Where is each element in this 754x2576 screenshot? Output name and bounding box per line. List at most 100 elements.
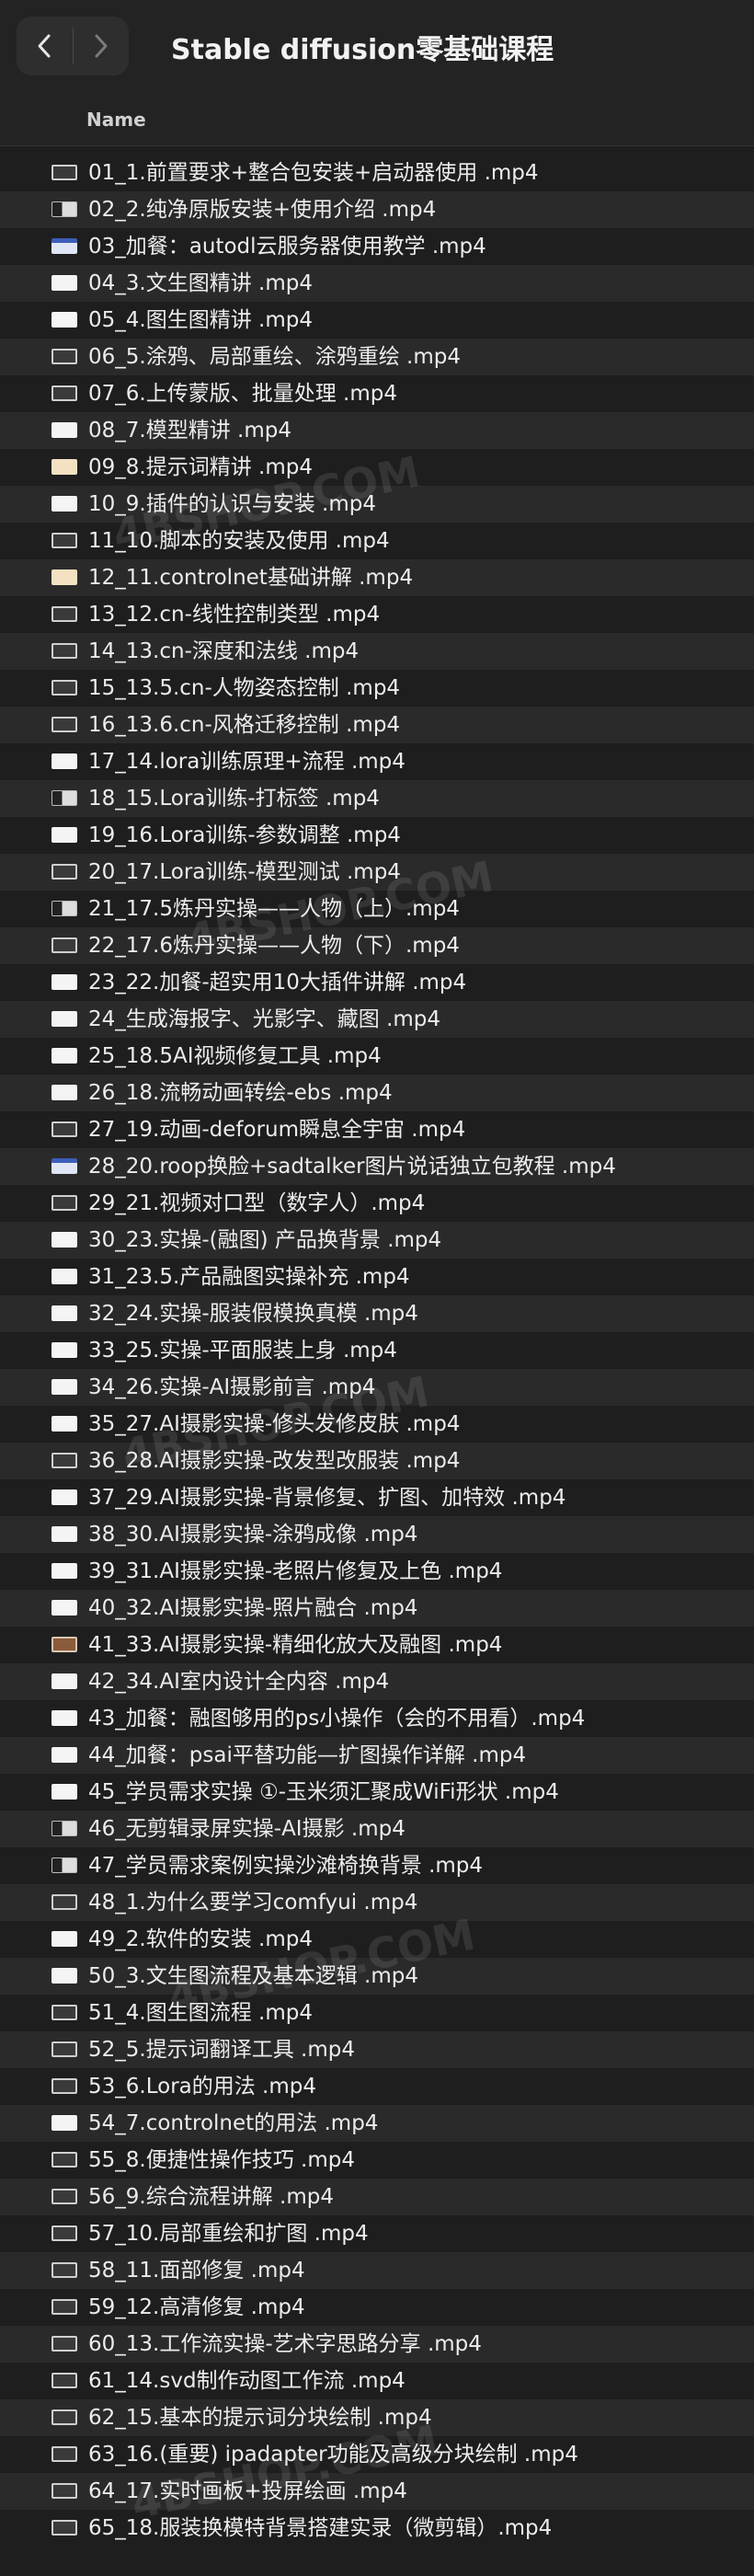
file-row[interactable]: 65_18.服装换模特背景搭建实录（微剪辑）.mp4 — [0, 2510, 754, 2547]
file-row[interactable]: 62_15.基本的提示词分块绘制 .mp4 — [0, 2399, 754, 2436]
file-row[interactable]: 29_21.视频对口型（数字人）.mp4 — [0, 1185, 754, 1222]
video-thumbnail-icon — [51, 680, 77, 696]
file-row[interactable]: 31_23.5.产品融图实操补充 .mp4 — [0, 1259, 754, 1295]
video-thumbnail-icon — [51, 2041, 77, 2057]
file-row[interactable]: 19_16.Lora训练-参数调整 .mp4 — [0, 817, 754, 854]
file-row[interactable]: 40_32.AI摄影实操-照片融合 .mp4 — [0, 1590, 754, 1627]
file-row[interactable]: 64_17.实时画板+投屏绘画 .mp4 — [0, 2473, 754, 2510]
file-row[interactable]: 27_19.动画-deforum瞬息全宇宙 .mp4 — [0, 1111, 754, 1148]
file-name: 41_33.AI摄影实操-精细化放大及融图 .mp4 — [88, 1633, 503, 1657]
file-row[interactable]: 01_1.前置要求+整合包安装+启动器使用 .mp4 — [0, 155, 754, 191]
file-row[interactable]: 11_10.脚本的安装及使用 .mp4 — [0, 523, 754, 559]
video-thumbnail-icon — [51, 1305, 77, 1321]
title-bar: Stable diffusion零基础课程 — [0, 0, 754, 92]
file-row[interactable]: 52_5.提示词翻译工具 .mp4 — [0, 2031, 754, 2068]
file-row[interactable]: 20_17.Lora训练-模型测试 .mp4 — [0, 854, 754, 891]
video-thumbnail-icon — [51, 201, 77, 217]
file-row[interactable]: 17_14.lora训练原理+流程 .mp4 — [0, 743, 754, 780]
video-thumbnail-icon — [51, 1379, 77, 1395]
file-row[interactable]: 06_5.涂鸦、局部重绘、涂鸦重绘 .mp4 — [0, 339, 754, 375]
file-row[interactable]: 18_15.Lora训练-打标签 .mp4 — [0, 780, 754, 817]
video-thumbnail-icon — [51, 2520, 77, 2536]
file-name: 45_学员需求实操 ①-玉米须汇聚成WiFi形状 .mp4 — [88, 1780, 559, 1804]
file-row[interactable]: 61_14.svd制作动图工作流 .mp4 — [0, 2363, 754, 2399]
video-thumbnail-icon — [51, 1269, 77, 1284]
file-row[interactable]: 43_加餐：融图够用的ps小操作（会的不用看）.mp4 — [0, 1700, 754, 1737]
video-thumbnail-icon — [51, 1710, 77, 1726]
file-row[interactable]: 54_7.controlnet的用法 .mp4 — [0, 2105, 754, 2142]
file-name: 49_2.软件的安装 .mp4 — [88, 1927, 313, 1951]
file-row[interactable]: 14_13.cn-深度和法线 .mp4 — [0, 633, 754, 670]
file-row[interactable]: 02_2.纯净原版安装+使用介绍 .mp4 — [0, 191, 754, 228]
video-thumbnail-icon — [51, 937, 77, 953]
file-row[interactable]: 60_13.工作流实操-艺术字思路分享 .mp4 — [0, 2326, 754, 2363]
file-name: 56_9.综合流程讲解 .mp4 — [88, 2185, 334, 2209]
file-row[interactable]: 32_24.实操-服装假模换真模 .mp4 — [0, 1295, 754, 1332]
file-row[interactable]: 59_12.高清修复 .mp4 — [0, 2289, 754, 2326]
file-row[interactable]: 24_生成海报字、光影字、藏图 .mp4 — [0, 1001, 754, 1038]
file-row[interactable]: 03_加餐：autodl云服务器使用教学 .mp4 — [0, 228, 754, 265]
file-row[interactable]: 45_学员需求实操 ①-玉米须汇聚成WiFi形状 .mp4 — [0, 1774, 754, 1811]
forward-button[interactable] — [73, 17, 129, 75]
file-row[interactable]: 12_11.controlnet基础讲解 .mp4 — [0, 559, 754, 596]
file-row[interactable]: 21_17.5炼丹实操——人物（上）.mp4 — [0, 891, 754, 927]
file-name: 18_15.Lora训练-打标签 .mp4 — [88, 787, 380, 811]
file-row[interactable]: 56_9.综合流程讲解 .mp4 — [0, 2179, 754, 2215]
file-row[interactable]: 47_学员需求案例实操沙滩椅换背景 .mp4 — [0, 1847, 754, 1884]
video-thumbnail-icon — [51, 974, 77, 990]
file-row[interactable]: 63_16.(重要) ipadapter功能及高级分块绘制 .mp4 — [0, 2436, 754, 2473]
file-row[interactable]: 26_18.流畅动画转绘-ebs .mp4 — [0, 1075, 754, 1111]
video-thumbnail-icon — [51, 2005, 77, 2020]
video-thumbnail-icon — [51, 1931, 77, 1947]
file-name: 16_13.6.cn-风格迁移控制 .mp4 — [88, 713, 401, 737]
file-row[interactable]: 50_3.文生图流程及基本逻辑 .mp4 — [0, 1958, 754, 1995]
file-name: 60_13.工作流实操-艺术字思路分享 .mp4 — [88, 2332, 482, 2356]
file-row[interactable]: 34_26.实操-AI摄影前言 .mp4 — [0, 1369, 754, 1406]
video-thumbnail-icon — [51, 1195, 77, 1211]
file-row[interactable]: 37_29.AI摄影实操-背景修复、扩图、加特效 .mp4 — [0, 1479, 754, 1516]
video-thumbnail-icon — [51, 1121, 77, 1137]
file-row[interactable]: 04_3.文生图精讲 .mp4 — [0, 265, 754, 302]
file-name: 27_19.动画-deforum瞬息全宇宙 .mp4 — [88, 1118, 466, 1142]
column-header-name[interactable]: Name — [86, 109, 146, 131]
file-row[interactable]: 48_1.为什么要学习comfyui .mp4 — [0, 1884, 754, 1921]
file-row[interactable]: 07_6.上传蒙版、批量处理 .mp4 — [0, 375, 754, 412]
file-row[interactable]: 53_6.Lora的用法 .mp4 — [0, 2068, 754, 2105]
file-row[interactable]: 09_8.提示词精讲 .mp4 — [0, 449, 754, 486]
file-row[interactable]: 41_33.AI摄影实操-精细化放大及融图 .mp4 — [0, 1627, 754, 1663]
video-thumbnail-icon — [51, 2115, 77, 2131]
file-row[interactable]: 22_17.6炼丹实操——人物（下）.mp4 — [0, 927, 754, 964]
file-row[interactable]: 49_2.软件的安装 .mp4 — [0, 1921, 754, 1958]
file-row[interactable]: 05_4.图生图精讲 .mp4 — [0, 302, 754, 339]
file-row[interactable]: 30_23.实操-(融图) 产品换背景 .mp4 — [0, 1222, 754, 1259]
file-row[interactable]: 10_9.插件的认识与安装 .mp4 — [0, 486, 754, 523]
file-row[interactable]: 36_28.AI摄影实操-改发型改服装 .mp4 — [0, 1443, 754, 1479]
file-row[interactable]: 44_加餐：psai平替功能—扩图操作详解 .mp4 — [0, 1737, 754, 1774]
file-row[interactable]: 55_8.便捷性操作技巧 .mp4 — [0, 2142, 754, 2179]
file-row[interactable]: 15_13.5.cn-人物姿态控制 .mp4 — [0, 670, 754, 707]
file-name: 05_4.图生图精讲 .mp4 — [88, 308, 313, 332]
file-name: 44_加餐：psai平替功能—扩图操作详解 .mp4 — [88, 1743, 527, 1767]
file-row[interactable]: 58_11.面部修复 .mp4 — [0, 2252, 754, 2289]
video-thumbnail-icon — [51, 1489, 77, 1505]
file-row[interactable]: 39_31.AI摄影实操-老照片修复及上色 .mp4 — [0, 1553, 754, 1590]
file-row[interactable]: 28_20.roop换脸+sadtalker图片说话独立包教程 .mp4 — [0, 1148, 754, 1185]
file-row[interactable]: 35_27.AI摄影实操-修头发修皮肤 .mp4 — [0, 1406, 754, 1443]
file-name: 64_17.实时画板+投屏绘画 .mp4 — [88, 2479, 407, 2503]
file-row[interactable]: 13_12.cn-线性控制类型 .mp4 — [0, 596, 754, 633]
file-row[interactable]: 42_34.AI室内设计全内容 .mp4 — [0, 1663, 754, 1700]
file-row[interactable]: 08_7.模型精讲 .mp4 — [0, 412, 754, 449]
file-row[interactable]: 25_18.5AI视频修复工具 .mp4 — [0, 1038, 754, 1075]
back-button[interactable] — [17, 17, 73, 75]
file-row[interactable]: 51_4.图生图流程 .mp4 — [0, 1995, 754, 2031]
file-row[interactable]: 46_无剪辑录屏实操-AI摄影 .mp4 — [0, 1811, 754, 1847]
file-row[interactable]: 16_13.6.cn-风格迁移控制 .mp4 — [0, 707, 754, 743]
file-list: 01_1.前置要求+整合包安装+启动器使用 .mp4 02_2.纯净原版安装+使用… — [0, 155, 754, 2547]
file-row[interactable]: 38_30.AI摄影实操-涂鸦成像 .mp4 — [0, 1516, 754, 1553]
file-name: 40_32.AI摄影实操-照片融合 .mp4 — [88, 1596, 418, 1620]
file-row[interactable]: 23_22.加餐-超实用10大插件讲解 .mp4 — [0, 964, 754, 1001]
file-row[interactable]: 57_10.局部重绘和扩图 .mp4 — [0, 2215, 754, 2252]
file-name: 19_16.Lora训练-参数调整 .mp4 — [88, 823, 401, 847]
file-row[interactable]: 33_25.实操-平面服装上身 .mp4 — [0, 1332, 754, 1369]
video-thumbnail-icon — [51, 496, 77, 512]
